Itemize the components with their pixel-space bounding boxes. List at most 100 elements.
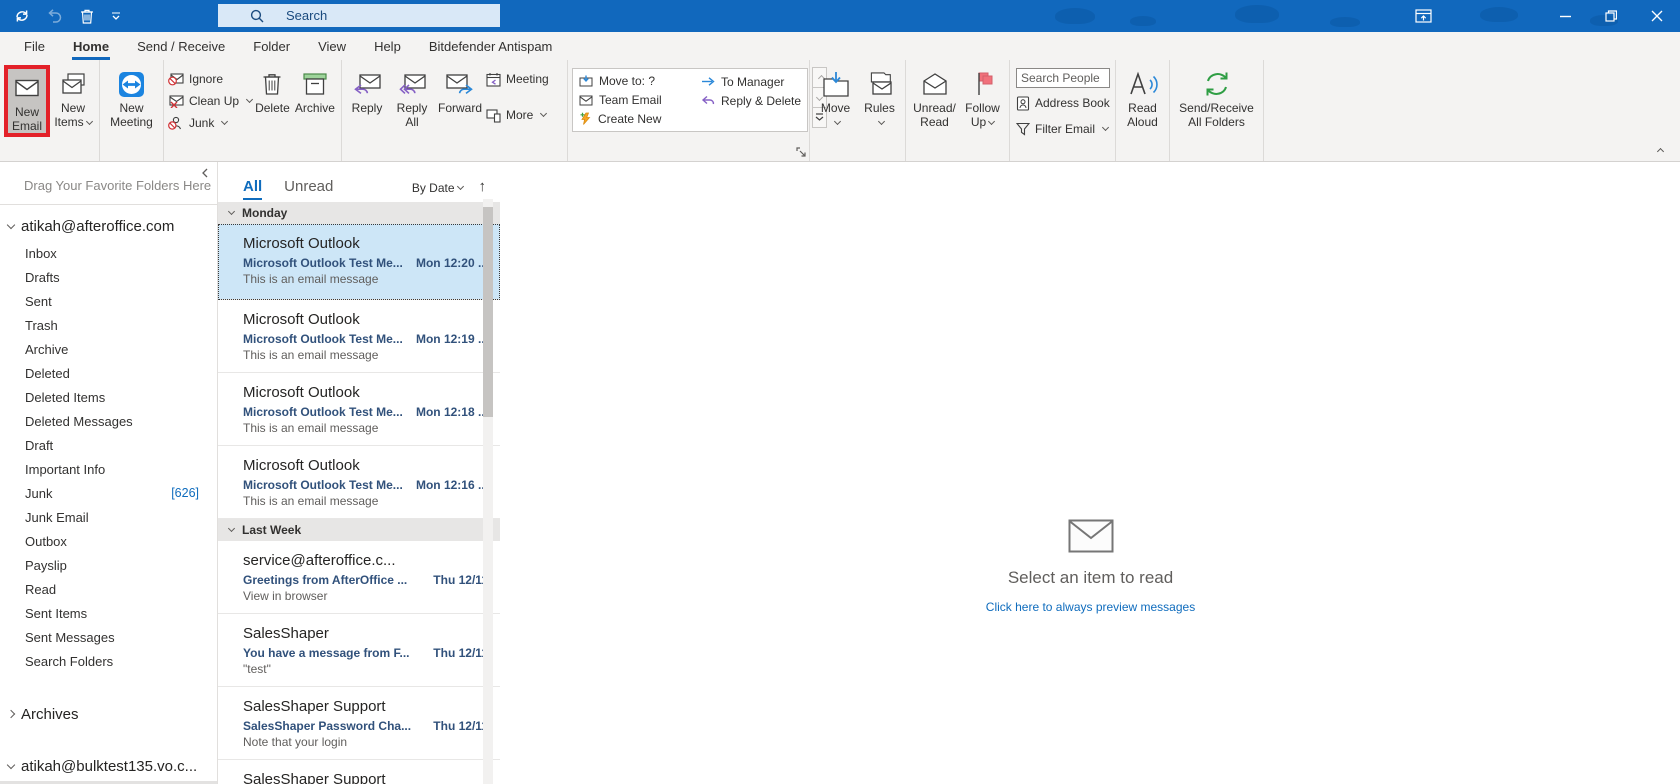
search-bar[interactable]: Search <box>218 4 500 27</box>
chevron-down-icon <box>228 525 235 532</box>
folder-item-search-folders[interactable]: Search Folders <box>0 649 217 673</box>
close-icon[interactable] <box>1634 0 1680 32</box>
menu-tab-send-receive[interactable]: Send / Receive <box>123 32 239 60</box>
sort-direction-arrow-up-icon[interactable]: ↑ <box>479 178 487 195</box>
restore-icon[interactable] <box>1588 0 1634 32</box>
reply-button[interactable]: Reply <box>346 65 388 115</box>
quick-step-create-new[interactable]: Create New <box>579 109 689 128</box>
folder-item-sent-messages[interactable]: Sent Messages <box>0 625 217 649</box>
quick-step-to-manager[interactable]: To Manager <box>701 72 801 91</box>
delete-button[interactable]: Delete <box>254 65 291 115</box>
minimize-folder-pane-icon[interactable] <box>201 168 209 178</box>
read-aloud-label: Read Aloud <box>1120 101 1165 129</box>
scrollbar-thumb[interactable] <box>483 207 493 417</box>
chevron-down-icon[interactable] <box>7 760 15 768</box>
folder-item-deleted-messages[interactable]: Deleted Messages <box>0 409 217 433</box>
filter-email-button[interactable]: Filter Email <box>1016 118 1110 140</box>
folder-item-draft[interactable]: Draft <box>0 433 217 457</box>
sync-icon[interactable] <box>14 8 30 24</box>
menu-tab-file[interactable]: File <box>10 32 59 60</box>
folder-item-junk-email[interactable]: Junk Email <box>0 505 217 529</box>
folder-item-deleted-items[interactable]: Deleted Items <box>0 385 217 409</box>
customize-qat-chevron-icon[interactable] <box>111 11 121 21</box>
account-name: Archives <box>21 706 79 723</box>
ribbon-display-options-icon[interactable] <box>1406 0 1440 32</box>
email-list-item[interactable]: Microsoft OutlookMicrosoft Outlook Test … <box>218 446 500 519</box>
folder-item-inbox[interactable]: Inbox <box>0 241 217 265</box>
reply-arrow-icon <box>701 95 715 107</box>
email-subject: Microsoft Outlook Test Me... <box>243 332 403 346</box>
delete-icon[interactable] <box>80 8 94 24</box>
ignore-button[interactable]: Ignore <box>168 68 252 90</box>
account-header-atikah-afteroffice-com[interactable]: atikah@afteroffice.com <box>0 211 217 241</box>
new-items-button[interactable]: New Items <box>52 65 94 129</box>
menu-tab-home[interactable]: Home <box>59 32 123 60</box>
junk-button[interactable]: Junk <box>168 112 252 134</box>
folder-item-read[interactable]: Read <box>0 577 217 601</box>
folder-item-outbox[interactable]: Outbox <box>0 529 217 553</box>
collapse-ribbon-icon[interactable] <box>1652 144 1666 156</box>
meeting-button[interactable]: Meeting <box>486 68 562 90</box>
group-header-last-week[interactable]: Last Week <box>218 519 500 541</box>
always-preview-link[interactable]: Click here to always preview messages <box>986 600 1195 614</box>
email-list-item[interactable]: Microsoft OutlookMicrosoft Outlook Test … <box>218 224 500 300</box>
quick-step-team-email[interactable]: Team Email <box>579 91 689 110</box>
email-list-item[interactable]: service@afteroffice.c...Greetings from A… <box>218 541 500 614</box>
reply-all-button[interactable]: Reply All <box>390 65 434 129</box>
folder-item-deleted[interactable]: Deleted <box>0 361 217 385</box>
email-list-item[interactable]: Microsoft OutlookMicrosoft Outlook Test … <box>218 373 500 446</box>
folder-item-drafts[interactable]: Drafts <box>0 265 217 289</box>
email-list-item[interactable]: SalesShaper SupportSalesShaper Password … <box>218 687 500 760</box>
chevron-down-icon[interactable] <box>7 220 15 228</box>
address-book-button[interactable]: Address Book <box>1016 92 1110 114</box>
move-label: Move <box>821 101 850 115</box>
minimize-icon[interactable] <box>1542 0 1588 32</box>
new-meeting-button[interactable]: New Meeting <box>104 65 159 129</box>
menu-tab-help[interactable]: Help <box>360 32 415 60</box>
folder-item-important-info[interactable]: Important Info <box>0 457 217 481</box>
new-items-label: New Items <box>54 101 85 129</box>
email-list-item[interactable]: SalesShaperYou have a message from F...T… <box>218 614 500 687</box>
more-button[interactable]: More <box>486 104 562 126</box>
follow-up-button[interactable]: Follow Up <box>961 65 1005 129</box>
folder-item-sent[interactable]: Sent <box>0 289 217 313</box>
filter-tab-unread[interactable]: Unread <box>284 178 333 195</box>
message-list-scrollbar[interactable] <box>483 199 493 784</box>
account-header-atikah-bulktest135-vo-c[interactable]: atikah@bulktest135.vo.c... <box>0 751 217 781</box>
forward-button[interactable]: Forward <box>436 65 484 115</box>
chevron-down-icon <box>86 118 93 125</box>
group-header-monday[interactable]: Monday <box>218 202 500 224</box>
folder-name: Drafts <box>25 270 60 285</box>
email-list-item[interactable]: Microsoft OutlookMicrosoft Outlook Test … <box>218 300 500 373</box>
quick-step-move-to[interactable]: Move to: ? <box>579 72 689 91</box>
new-email-button[interactable]: New Email <box>4 65 50 137</box>
sort-by-date-dropdown[interactable]: By Date <box>412 181 463 195</box>
read-aloud-button[interactable]: Read Aloud <box>1120 65 1165 129</box>
rules-button[interactable]: Rules <box>859 65 901 129</box>
search-people-input[interactable]: Search People <box>1016 68 1110 88</box>
search-people-placeholder: Search People <box>1021 71 1100 85</box>
quick-steps-dialog-launcher-icon[interactable] <box>796 147 806 157</box>
folder-item-payslip[interactable]: Payslip <box>0 553 217 577</box>
folder-item-trash[interactable]: Trash <box>0 313 217 337</box>
menu-tab-folder[interactable]: Folder <box>239 32 304 60</box>
chevron-down-icon <box>228 208 235 215</box>
chevron-down-icon <box>1102 124 1109 131</box>
menu-tab-view[interactable]: View <box>304 32 360 60</box>
folder-item-sent-items[interactable]: Sent Items <box>0 601 217 625</box>
folder-item-archive[interactable]: Archive <box>0 337 217 361</box>
undo-icon[interactable] <box>47 8 63 24</box>
email-sender: Microsoft Outlook <box>243 384 488 402</box>
send-receive-all-button[interactable]: Send/Receive All Folders <box>1178 65 1256 129</box>
account-header-archives[interactable]: Archives <box>0 699 217 729</box>
chevron-right-icon[interactable] <box>7 710 15 718</box>
menu-tab-bitdefender-antispam[interactable]: Bitdefender Antispam <box>415 32 567 60</box>
unread-read-button[interactable]: Unread/ Read <box>911 65 959 129</box>
move-button[interactable]: Move <box>815 65 857 129</box>
clean-up-button[interactable]: Clean Up <box>168 90 252 112</box>
filter-tab-all[interactable]: All <box>243 178 262 195</box>
quick-step-reply-delete[interactable]: Reply & Delete <box>701 91 801 110</box>
folder-item-junk[interactable]: Junk[626] <box>0 481 217 505</box>
archive-button[interactable]: Archive <box>293 65 337 115</box>
email-list-item[interactable]: SalesShaper Support <box>218 760 500 784</box>
